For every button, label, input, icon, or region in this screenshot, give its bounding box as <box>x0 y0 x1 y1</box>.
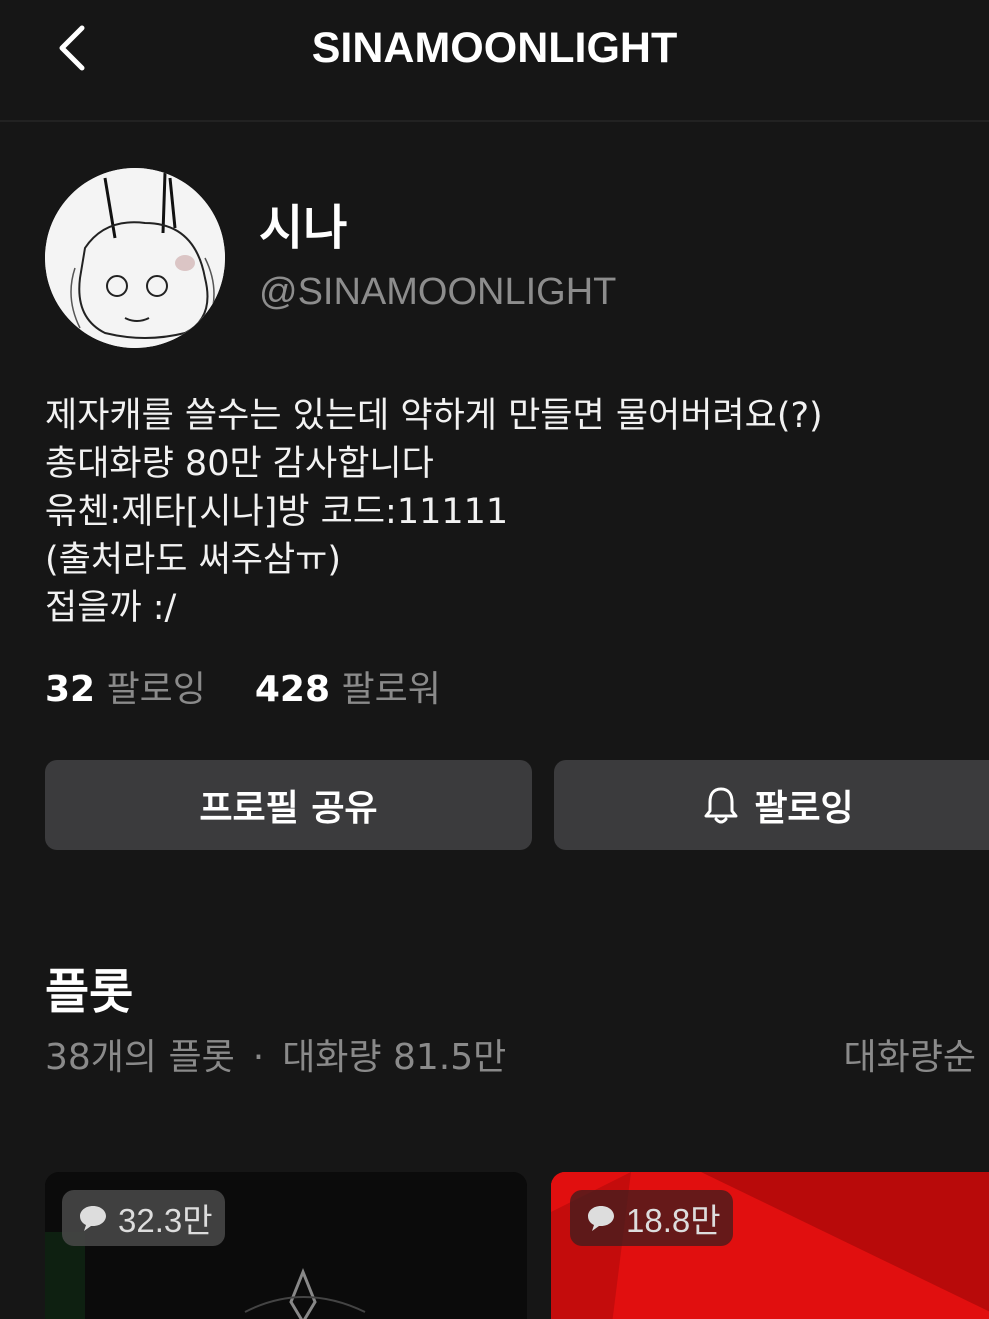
separator-dot: · <box>252 1037 265 1078</box>
chat-count-badge: 18.8만 <box>570 1190 733 1246</box>
bio-line: (출처라도 써주삼ㅠ) <box>45 540 342 580</box>
bio-line: 총대화량 80만 감사합니다 <box>45 444 434 484</box>
share-profile-button[interactable]: 프로필 공유 <box>45 760 532 850</box>
plot-card[interactable]: 18.8만 <box>551 1172 989 1319</box>
display-name: 시나 <box>259 200 348 256</box>
chat-bubble-icon <box>586 1204 616 1232</box>
plots-summary: 38개의 플롯 · 대화량 81.5만 <box>45 1034 506 1082</box>
sort-dropdown[interactable]: 대화량순 <box>844 1034 976 1082</box>
chat-count-badge: 32.3만 <box>62 1190 225 1246</box>
followers-stat[interactable]: 428 팔로워 <box>255 669 441 710</box>
bio-line: 제자캐를 쓸수는 있는데 약하게 만들면 물어버려요(?) <box>45 396 823 436</box>
following-button-label: 팔로잉 <box>754 788 854 829</box>
chat-count: 32.3만 <box>118 1202 213 1239</box>
plot-count: 38개의 플롯 <box>45 1037 235 1078</box>
top-bar: SINAMOONLIGHT <box>0 0 989 122</box>
following-label: 팔로잉 <box>106 669 206 710</box>
follow-stats: 32 팔로잉 428 팔로워 <box>45 666 441 714</box>
user-handle: @SINAMOONLIGHT <box>259 271 617 313</box>
following-stat[interactable]: 32 팔로잉 <box>45 669 217 710</box>
section-title: 플롯 <box>45 964 134 1020</box>
page-title: SINAMOONLIGHT <box>311 24 678 72</box>
bell-icon <box>704 785 738 825</box>
share-profile-label: 프로필 공유 <box>199 788 378 829</box>
bio-line: 접을까 :/ <box>45 588 177 628</box>
avatar[interactable] <box>45 168 225 348</box>
bio-line: 윾첸:제타[시나]방 코드:11111 <box>45 492 509 532</box>
followers-label: 팔로워 <box>341 669 441 710</box>
chat-bubble-icon <box>78 1204 108 1232</box>
following-button[interactable]: 팔로잉 <box>554 760 989 850</box>
following-count: 32 <box>45 669 96 710</box>
total-chats: 대화량 81.5만 <box>282 1037 507 1078</box>
avatar-drawing <box>45 168 225 348</box>
chat-count: 18.8만 <box>626 1202 721 1239</box>
profile-bio: 제자캐를 쓸수는 있는데 약하게 만들면 물어버려요(?) 총대화량 80만 감… <box>45 392 975 632</box>
plot-card[interactable]: 32.3만 <box>45 1172 527 1319</box>
followers-count: 428 <box>254 669 330 710</box>
